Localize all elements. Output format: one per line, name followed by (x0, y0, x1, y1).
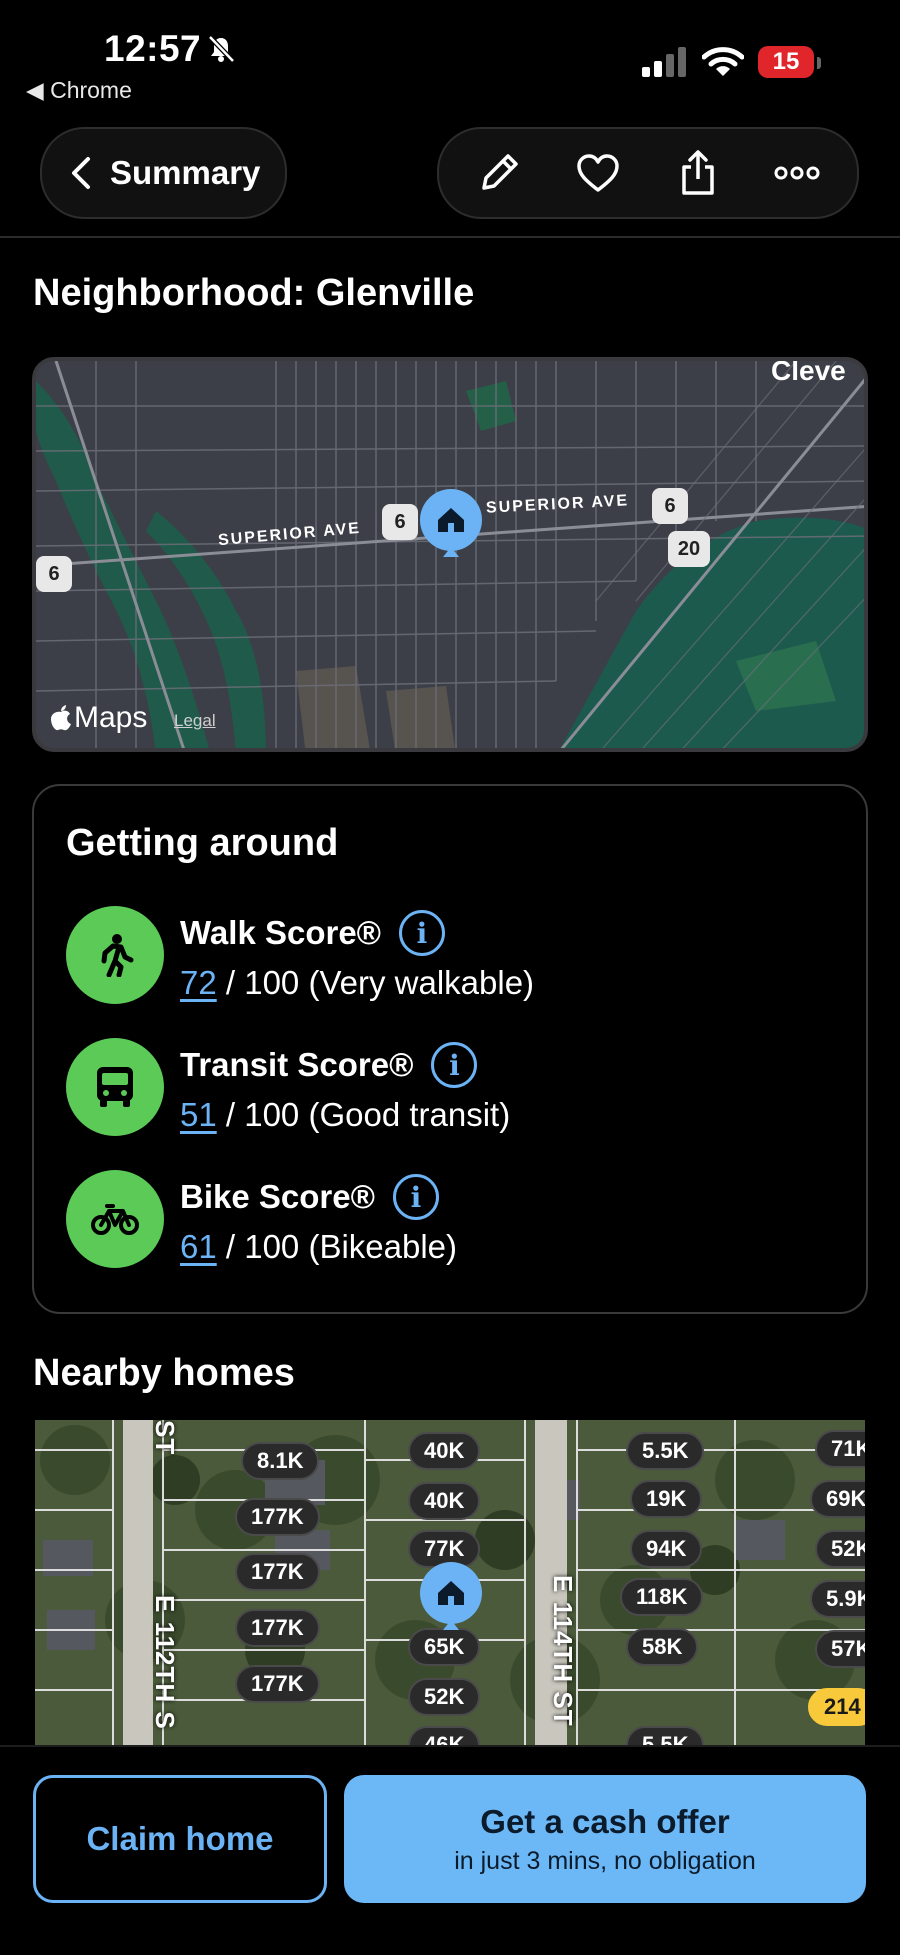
bottom-action-bar: Claim home Get a cash offer in just 3 mi… (0, 1745, 900, 1955)
chevron-left-icon (72, 157, 90, 189)
top-nav-bar: Summary (0, 124, 900, 238)
edit-button[interactable] (473, 147, 525, 199)
route-shield-6: 6 (36, 556, 72, 592)
bike-icon (91, 1204, 139, 1235)
transit-score-name-row: Transit Score® i (180, 1042, 478, 1088)
back-to-app-link[interactable]: ◀ Chrome (26, 77, 132, 104)
street-label: ST (150, 1420, 180, 1456)
apple-logo-icon (51, 705, 71, 731)
maps-legal-link[interactable]: Legal (174, 711, 216, 731)
street-label: E 114TH ST (548, 1575, 578, 1727)
price-tag[interactable]: 40K (408, 1482, 481, 1520)
status-bar: 12:57 ◀ Chrome 15 (0, 0, 900, 110)
share-icon (682, 150, 714, 195)
pencil-icon (482, 154, 518, 190)
status-time: 12:57 (104, 28, 202, 69)
nearby-homes-map[interactable]: ST E 112TH S E 114TH ST 8.1K 177K 177K 1… (35, 1420, 865, 1745)
price-tag[interactable]: 46K (408, 1726, 481, 1745)
price-tag[interactable]: 40K (408, 1432, 481, 1470)
maps-brand: Maps (50, 701, 147, 735)
bike-score-label: Bike Score® (180, 1178, 375, 1215)
favorite-button[interactable] (572, 147, 624, 199)
price-tag[interactable]: 19K (630, 1480, 703, 1518)
more-dots-icon (774, 166, 820, 180)
walk-score-label: Walk Score® (180, 914, 381, 951)
cash-offer-button[interactable]: Get a cash offer in just 3 mins, no obli… (344, 1775, 866, 1903)
home-pin-icon (420, 489, 482, 557)
bike-score-badge (66, 1170, 164, 1268)
home-pin-icon (420, 1562, 482, 1630)
price-tag[interactable]: 52K (815, 1530, 865, 1568)
price-tag[interactable]: 5.9K (810, 1580, 865, 1618)
bus-icon (97, 1067, 133, 1107)
price-tag[interactable]: 94K (630, 1530, 703, 1568)
transit-score-value-line: 51 / 100 (Good transit) (180, 1096, 510, 1134)
battery-indicator: 15 (758, 46, 821, 78)
walk-score-row: Walk Score® i 72 / 100 (Very walkable) (66, 906, 846, 1006)
walk-score-info-icon[interactable]: i (399, 910, 445, 956)
price-tag[interactable]: 58K (626, 1628, 699, 1666)
walk-score-value-link[interactable]: 72 (180, 964, 217, 1001)
heart-icon (577, 154, 619, 192)
route-shield-6: 6 (382, 504, 418, 540)
bike-score-name-row: Bike Score® i (180, 1174, 439, 1220)
neighborhood-map[interactable]: SUPERIOR AVE SUPERIOR AVE 6 6 6 20 Cleve… (32, 357, 868, 752)
claim-home-button[interactable]: Claim home (33, 1775, 327, 1903)
transit-score-value-link[interactable]: 51 (180, 1096, 217, 1133)
price-tag[interactable]: 8.1K (241, 1442, 320, 1480)
cash-offer-label: Get a cash offer (480, 1802, 730, 1840)
more-button[interactable] (771, 147, 823, 199)
wifi-icon (702, 47, 744, 76)
walk-score-value-line: 72 / 100 (Very walkable) (180, 964, 534, 1002)
price-tag[interactable]: 177K (235, 1498, 320, 1536)
nearby-homes-heading: Nearby homes (33, 1352, 295, 1394)
street-label: E 112TH S (150, 1595, 180, 1730)
price-tag[interactable]: 5.5K (626, 1432, 705, 1470)
transit-score-label: Transit Score® (180, 1046, 414, 1083)
bike-score-suffix: / 100 (Bikeable) (216, 1228, 458, 1265)
price-tag[interactable]: 52K (408, 1678, 481, 1716)
back-summary-label: Summary (110, 154, 261, 191)
maps-brand-label: Maps (74, 701, 148, 734)
price-tag[interactable]: 5.5K (626, 1726, 705, 1745)
silent-bell-icon (208, 35, 235, 63)
claim-home-label: Claim home (86, 1820, 274, 1857)
walk-icon (101, 934, 134, 977)
transit-score-badge (66, 1038, 164, 1136)
getting-around-card: Getting around Walk Score® i 72 / 100 (V… (32, 784, 868, 1314)
walk-score-name-row: Walk Score® i (180, 910, 445, 956)
bike-score-value-line: 61 / 100 (Bikeable) (180, 1228, 457, 1266)
city-label: Cleve (771, 357, 846, 386)
route-shield-20: 20 (668, 531, 710, 567)
transit-score-info-icon[interactable]: i (431, 1042, 478, 1088)
back-summary-button[interactable]: Summary (40, 127, 287, 219)
route-shield-6: 6 (652, 488, 688, 524)
actions-group (437, 127, 859, 219)
cellular-signal-icon (642, 47, 686, 77)
bike-score-info-icon[interactable]: i (392, 1174, 439, 1220)
getting-around-title: Getting around (66, 822, 339, 864)
price-tag[interactable]: 71K (815, 1430, 865, 1468)
price-tag[interactable]: 177K (235, 1553, 320, 1591)
price-tag-highlight[interactable]: 214 (808, 1688, 865, 1726)
price-tag[interactable]: 118K (620, 1578, 704, 1616)
transit-score-suffix: / 100 (Good transit) (216, 1096, 511, 1133)
status-indicators: 15 (642, 46, 821, 78)
transit-score-row: Transit Score® i 51 / 100 (Good transit) (66, 1038, 846, 1138)
neighborhood-heading: Neighborhood: Glenville (33, 272, 475, 314)
bike-score-row: Bike Score® i 61 / 100 (Bikeable) (66, 1170, 846, 1270)
price-tag[interactable]: 69K (810, 1480, 865, 1518)
price-tag[interactable]: 57K (815, 1630, 865, 1668)
price-tag[interactable]: 177K (235, 1609, 320, 1647)
walk-score-suffix: / 100 (Very walkable) (216, 964, 535, 1001)
cash-offer-subtext: in just 3 mins, no obligation (454, 1846, 756, 1875)
price-tag[interactable]: 177K (235, 1665, 320, 1703)
walk-score-badge (66, 906, 164, 1004)
bike-score-value-link[interactable]: 61 (180, 1228, 217, 1265)
share-button[interactable] (672, 147, 724, 199)
